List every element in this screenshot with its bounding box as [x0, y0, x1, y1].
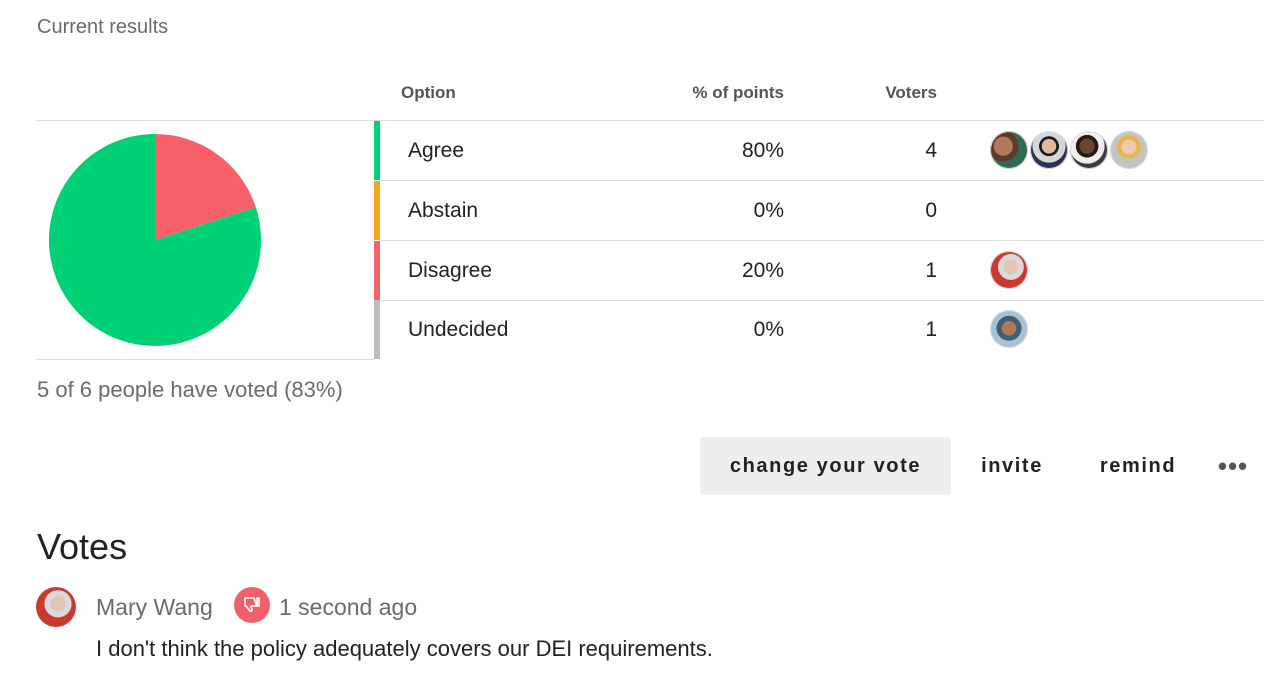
avatar[interactable] [990, 131, 1028, 169]
option-color-bar [374, 241, 380, 300]
result-row-disagree: Disagree 20% 1 [374, 241, 1264, 301]
option-label: Agree [408, 139, 465, 162]
remind-button[interactable]: remind [1082, 437, 1194, 495]
vote-statement: I don't think the policy adequately cove… [96, 636, 713, 661]
avatar[interactable] [1030, 131, 1068, 169]
option-voter-count: 1 [925, 259, 937, 282]
invite-button[interactable]: invite [963, 437, 1061, 495]
option-percent: 0% [753, 199, 784, 222]
result-row-abstain: Abstain 0% 0 [374, 181, 1264, 241]
option-label: Abstain [408, 199, 479, 222]
vote-timestamp: 1 second ago [279, 594, 418, 620]
avatar[interactable] [1070, 131, 1108, 169]
voter-name[interactable]: Mary Wang [96, 594, 213, 621]
column-header-option: Option [401, 83, 456, 102]
avatar[interactable] [990, 251, 1028, 289]
vote-entry: Mary Wang 1 second ago I don't think the… [36, 586, 1266, 666]
option-color-bar [374, 121, 380, 180]
option-voter-count: 0 [925, 199, 937, 222]
change-vote-button[interactable]: change your vote [700, 437, 951, 495]
voter-avatars [990, 131, 1150, 171]
avatar[interactable] [990, 310, 1028, 348]
option-label: Disagree [408, 259, 493, 282]
option-percent: 80% [741, 139, 784, 162]
result-row-undecided: Undecided 0% 1 [374, 300, 1264, 359]
option-voter-count: 1 [925, 318, 937, 341]
column-header-points: % of points [692, 83, 784, 102]
option-percent: 20% [741, 259, 784, 282]
option-voter-count: 4 [925, 139, 937, 162]
voter-avatars [990, 310, 1030, 350]
voted-summary: 5 of 6 people have voted (83%) [37, 377, 343, 402]
results-pie-chart [36, 120, 374, 360]
option-color-bar [374, 181, 380, 240]
avatar[interactable] [36, 587, 76, 627]
votes-heading: Votes [37, 526, 128, 567]
column-header-voters: Voters [885, 83, 937, 102]
avatar[interactable] [1110, 131, 1148, 169]
result-row-agree: Agree 80% 4 [374, 121, 1264, 181]
pie-svg [49, 134, 261, 346]
thumbs-down-icon [234, 587, 270, 623]
option-percent: 0% [753, 318, 784, 341]
option-label: Undecided [408, 318, 509, 341]
voter-avatars [990, 251, 1030, 291]
more-options-icon[interactable]: ••• [1205, 437, 1261, 495]
option-color-bar [374, 300, 380, 359]
results-title: Current results [37, 16, 169, 38]
